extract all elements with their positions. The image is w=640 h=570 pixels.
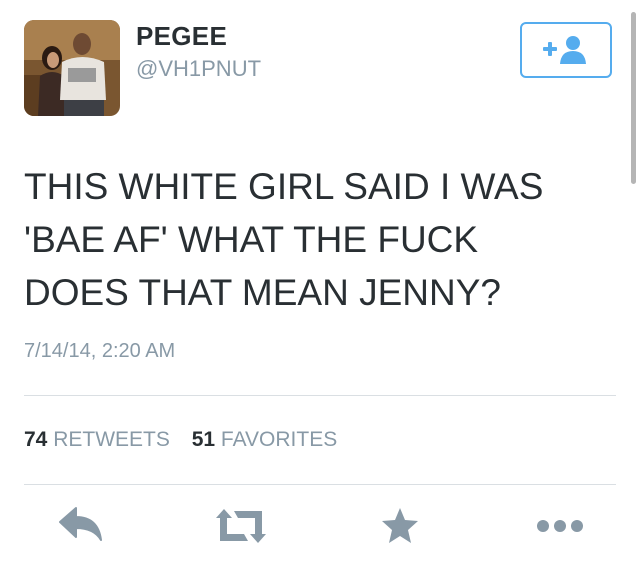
- tweet-text: THIS WHITE GIRL SAID I WAS 'BAE AF' WHAT…: [24, 166, 544, 313]
- follow-button[interactable]: [520, 22, 612, 78]
- tweet-timestamp: 7/14/14, 2:20 AM: [24, 340, 176, 362]
- more-button[interactable]: [536, 506, 586, 551]
- display-name[interactable]: PEGEE: [136, 21, 227, 52]
- retweet-button[interactable]: [214, 506, 268, 551]
- favorites-count: 51: [191, 428, 216, 451]
- add-user-icon: [543, 36, 586, 64]
- user-handle[interactable]: @VH1PNUT: [136, 56, 261, 82]
- retweet-icon: [216, 509, 266, 543]
- divider: [24, 395, 616, 396]
- divider: [24, 484, 616, 485]
- more-icon: [537, 520, 583, 532]
- retweets-count: 74: [24, 428, 48, 451]
- tweet-stats: 74 RETWEETS 51 FAVORITES: [24, 428, 353, 452]
- reply-icon: [59, 507, 102, 541]
- retweets-label[interactable]: RETWEETS: [53, 428, 170, 451]
- favorites-label[interactable]: FAVORITES: [221, 428, 337, 451]
- avatar[interactable]: [24, 20, 120, 116]
- scrollbar[interactable]: [631, 12, 636, 184]
- favorite-button[interactable]: [380, 506, 420, 551]
- profile-photo-icon: [24, 20, 120, 116]
- star-icon: [382, 508, 418, 543]
- reply-button[interactable]: [58, 506, 104, 551]
